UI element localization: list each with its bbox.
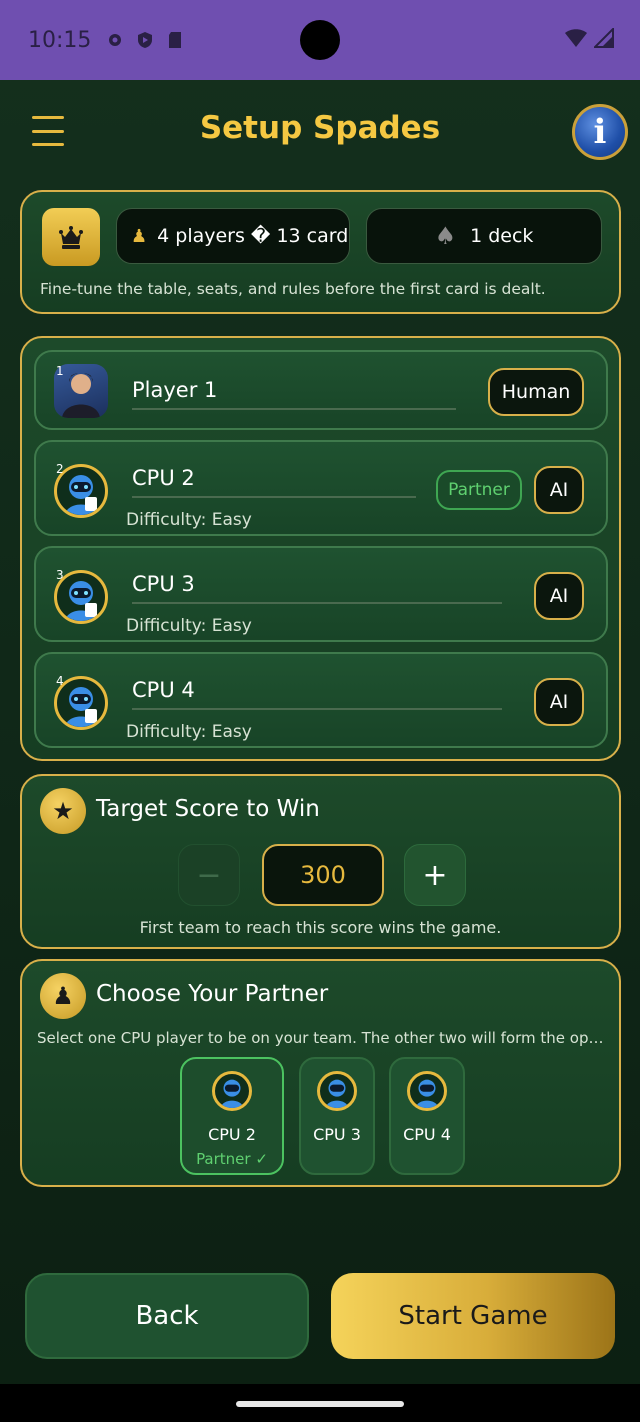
start-game-button[interactable]: Start Game	[331, 1273, 615, 1359]
partner-choice-cpu-4[interactable]: CPU 4	[389, 1057, 465, 1175]
connectivity-icons	[564, 26, 614, 52]
crown-icon	[42, 208, 100, 266]
robot-avatar	[317, 1071, 357, 1111]
status-icons	[105, 30, 185, 50]
seat-number: 4	[56, 674, 64, 688]
partner-selected-tag: Partner ✓	[196, 1150, 268, 1168]
system-nav-bar	[0, 1384, 640, 1422]
robot-avatar	[407, 1071, 447, 1111]
difficulty-label[interactable]: Difficulty: Easy	[126, 722, 252, 742]
partner-choice-name: CPU 2	[208, 1125, 256, 1144]
shield-icon	[135, 30, 155, 50]
partner-tag: Partner	[436, 470, 522, 510]
sd-card-icon	[165, 30, 185, 50]
player-type-badge[interactable]: AI	[534, 572, 584, 620]
app-header: Setup Spades i	[0, 80, 640, 184]
partner-choice-cpu-3[interactable]: CPU 3	[299, 1057, 375, 1175]
back-button[interactable]: Back	[25, 1273, 309, 1359]
status-time: 10:15	[28, 27, 92, 53]
pawn-icon: ♟	[40, 973, 86, 1019]
pawn-icon: ♟	[131, 225, 148, 247]
decrease-score-button[interactable]: −	[178, 844, 240, 906]
choose-partner-card: ♟ Choose Your Partner Select one CPU pla…	[20, 959, 621, 1187]
home-gesture-handle[interactable]	[236, 1401, 404, 1407]
setup-summary-card: ♟ 4 players � 13 cards ♠ 1 deck Fine-tun…	[20, 190, 621, 314]
deck-pill: ♠ 1 deck	[366, 208, 602, 264]
target-score-card: ★ Target Score to Win − 300 + First team…	[20, 774, 621, 949]
difficulty-label[interactable]: Difficulty: Easy	[126, 510, 252, 530]
player-row-2[interactable]: 2 CPU 2 Difficulty: Easy Partner AI	[34, 440, 608, 536]
player-row-1[interactable]: 1 Player 1 Human	[34, 350, 608, 430]
page-title: Setup Spades	[199, 110, 441, 146]
target-score-hint: First team to reach this score wins the …	[139, 918, 502, 937]
target-score-value[interactable]: 300	[262, 844, 384, 906]
robot-avatar	[212, 1071, 252, 1111]
settings-icon	[105, 30, 125, 50]
partner-choice-name: CPU 4	[403, 1125, 451, 1144]
status-bar: 10:15	[0, 0, 640, 80]
choose-partner-hint: Select one CPU player to be on your team…	[37, 1029, 609, 1047]
info-button[interactable]: i	[572, 104, 628, 160]
target-score-title: Target Score to Win	[96, 796, 320, 822]
player-row-3[interactable]: 3 CPU 3 Difficulty: Easy AI	[34, 546, 608, 642]
deck-label: 1 deck	[470, 225, 534, 247]
signal-icon	[592, 26, 614, 52]
seat-number: 1	[56, 364, 64, 378]
player-name[interactable]: CPU 3	[132, 572, 195, 596]
star-icon: ★	[40, 788, 86, 834]
seat-number: 2	[56, 462, 64, 476]
choose-partner-title: Choose Your Partner	[96, 981, 329, 1007]
name-underline	[132, 408, 456, 410]
camera-cutout	[300, 20, 340, 60]
player-type-badge[interactable]: Human	[488, 368, 584, 416]
player-name[interactable]: CPU 4	[132, 678, 195, 702]
player-name[interactable]: CPU 2	[132, 466, 195, 490]
name-underline	[132, 496, 416, 498]
player-row-4[interactable]: 4 CPU 4 Difficulty: Easy AI	[34, 652, 608, 748]
partner-choice-name: CPU 3	[313, 1125, 361, 1144]
seat-number: 3	[56, 568, 64, 582]
players-card: 1 Player 1 Human 2 CPU 2 Difficulty: Eas…	[20, 336, 621, 761]
summary-description: Fine-tune the table, seats, and rules be…	[40, 280, 546, 298]
players-cards-pill: ♟ 4 players � 13 cards	[116, 208, 350, 264]
players-cards-label: 4 players � 13 cards	[157, 225, 350, 247]
name-underline	[132, 602, 502, 604]
partner-choice-cpu-2[interactable]: CPU 2 Partner ✓	[180, 1057, 284, 1175]
player-name[interactable]: Player 1	[132, 378, 217, 402]
spade-icon: ♠	[434, 222, 457, 250]
player-type-badge[interactable]: AI	[534, 678, 584, 726]
name-underline	[132, 708, 502, 710]
increase-score-button[interactable]: +	[404, 844, 466, 906]
difficulty-label[interactable]: Difficulty: Easy	[126, 616, 252, 636]
wifi-icon	[564, 28, 588, 52]
player-type-badge[interactable]: AI	[534, 466, 584, 514]
